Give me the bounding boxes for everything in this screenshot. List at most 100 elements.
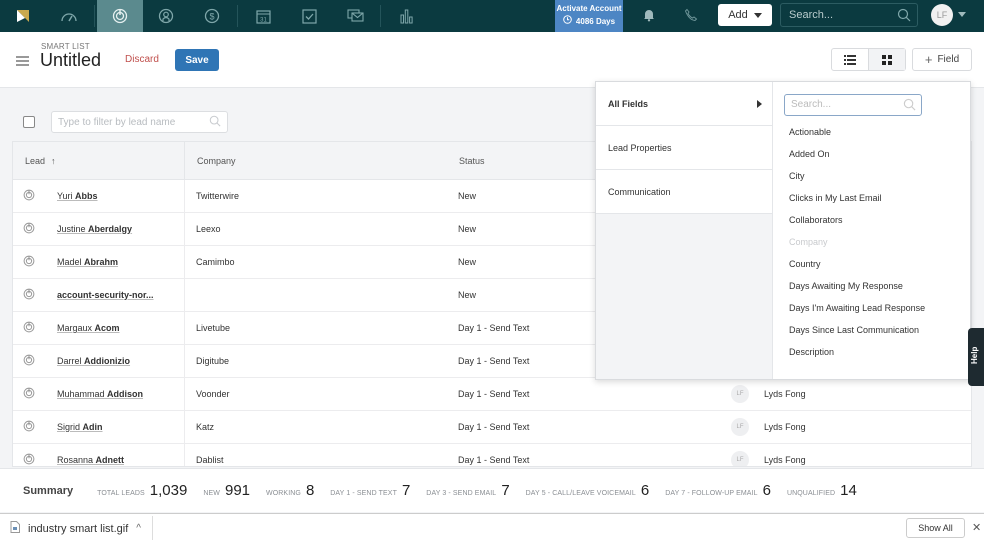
menu-icon[interactable] <box>16 56 29 68</box>
column-header-company[interactable]: Company <box>185 142 447 179</box>
summary-stat[interactable]: UNQUALIFIED 14 <box>787 482 857 499</box>
bell-icon[interactable] <box>642 8 656 27</box>
plus-icon: + <box>924 52 933 67</box>
help-tab[interactable]: Help <box>968 328 984 386</box>
company-cell: Leexo <box>196 224 221 234</box>
user-avatar[interactable]: LF <box>931 4 953 26</box>
field-option[interactable]: Days Awaiting My Response <box>773 275 970 297</box>
lead-name-link[interactable]: account-security-nor... <box>57 290 154 300</box>
logo[interactable] <box>0 0 46 32</box>
owner-avatar: LF <box>731 418 749 436</box>
lead-name-link[interactable]: Madel Abrahm <box>57 257 118 267</box>
page-title[interactable]: Untitled <box>40 50 101 71</box>
category-all-fields[interactable]: All Fields <box>596 82 772 126</box>
leads-icon[interactable] <box>97 0 143 32</box>
status-cell: Day 1 - Send Text <box>458 422 530 432</box>
add-field-label: Field <box>937 54 960 65</box>
global-search-input[interactable]: Search... <box>780 3 918 27</box>
summary-stat[interactable]: NEW 991 <box>203 482 250 499</box>
summary-stat[interactable]: TOTAL LEADS 1,039 <box>97 482 187 499</box>
chevron-up-icon[interactable]: ^ <box>136 523 141 534</box>
calendar-icon[interactable]: 31 <box>240 0 286 32</box>
lead-name-link[interactable]: Darrel Addionizio <box>57 356 130 366</box>
list-view-button[interactable] <box>832 49 868 70</box>
deals-icon[interactable]: $ <box>189 0 235 32</box>
field-option[interactable]: City <box>773 165 970 187</box>
company-cell: Katz <box>196 422 215 432</box>
tasks-icon[interactable] <box>286 0 332 32</box>
summary-stat[interactable]: DAY 5 - CALL/LEAVE VOICEMAIL 6 <box>526 482 650 499</box>
add-field-button[interactable]: + Field <box>912 48 972 71</box>
field-option[interactable]: Collaborators <box>773 209 970 231</box>
grid-view-icon <box>882 54 892 65</box>
owner-name: Lyds Fong <box>764 455 806 465</box>
summary-stat[interactable]: DAY 7 - FOLLOW-UP EMAIL 6 <box>665 482 771 499</box>
caret-down-icon <box>753 12 762 18</box>
table-row[interactable]: Muhammad Addison Voonder Day 1 - Send Te… <box>13 378 971 411</box>
dashboard-icon[interactable] <box>46 0 92 32</box>
summary-bar: Summary TOTAL LEADS 1,039 NEW 991 WORKING 8 DA… <box>0 468 984 512</box>
lead-name-link[interactable]: Yuri Abbs <box>57 191 98 201</box>
category-lead-properties[interactable]: Lead Properties <box>596 126 772 170</box>
file-icon <box>10 521 20 536</box>
field-option[interactable]: Days Since Last Communication <box>773 319 970 341</box>
lead-name-link[interactable]: Justine Aberdalgy <box>57 224 132 234</box>
summary-stat[interactable]: DAY 1 - SEND TEXT 7 <box>330 482 410 499</box>
lead-name-link[interactable]: Margaux Acom <box>57 323 120 333</box>
save-button[interactable]: Save <box>175 49 219 71</box>
company-cell: Livetube <box>196 323 231 333</box>
activate-account-button[interactable]: Activate Account 4086 Days <box>555 0 623 32</box>
stat-label: UNQUALIFIED <box>786 490 836 497</box>
activate-title: Activate Account <box>556 4 622 13</box>
lead-name-link[interactable]: Rosanna Adnett <box>57 455 124 465</box>
lead-name-link[interactable]: Sigrid Adin <box>57 422 103 432</box>
table-row[interactable]: Sigrid Adin Katz Day 1 - Send Text LF Lyd… <box>13 411 971 444</box>
field-option[interactable]: Country <box>773 253 970 275</box>
show-all-button[interactable]: Show All <box>906 518 965 538</box>
user-menu-caret-icon[interactable] <box>958 12 966 17</box>
field-option[interactable]: Added On <box>773 143 970 165</box>
lead-status-icon <box>23 288 35 302</box>
summary-stat[interactable]: WORKING 8 <box>266 482 314 499</box>
clock-icon <box>563 15 572 28</box>
contacts-icon[interactable] <box>143 0 189 32</box>
phone-icon[interactable] <box>684 8 698 27</box>
reports-icon[interactable] <box>383 0 429 32</box>
field-option[interactable]: Description <box>773 341 970 363</box>
column-header-lead[interactable]: Lead ↑ <box>13 142 185 179</box>
company-cell: Camimbo <box>196 257 235 267</box>
company-cell: Dablist <box>196 455 224 465</box>
add-button[interactable]: Add <box>718 4 772 26</box>
table-row[interactable]: Rosanna Adnett Dablist Day 1 - Send Text… <box>13 444 971 466</box>
stat-label: TOTAL LEADS <box>97 490 145 497</box>
summary-stat[interactable]: DAY 3 - SEND EMAIL 7 <box>426 482 509 499</box>
grid-view-button[interactable] <box>868 49 905 70</box>
download-item[interactable]: industry smart list.gif ^ <box>10 521 141 536</box>
lead-cell: Sigrid Adin <box>13 411 185 443</box>
field-option[interactable]: Days I'm Awaiting Lead Response <box>773 297 970 319</box>
download-bar: industry smart list.gif ^ Show All ✕ <box>0 513 984 541</box>
caret-right-icon <box>757 100 762 108</box>
company-cell: Voonder <box>196 389 230 399</box>
stat-label: DAY 5 - CALL/LEAVE VOICEMAIL <box>525 490 636 497</box>
owner-cell: LF Lyds Fong <box>709 451 971 466</box>
lead-status-icon <box>23 222 35 236</box>
owner-avatar: LF <box>731 451 749 466</box>
stat-label: DAY 1 - SEND TEXT <box>330 490 397 497</box>
discard-button[interactable]: Discard <box>125 54 159 65</box>
field-search-input[interactable]: Search... <box>784 94 922 116</box>
lead-cell: Darrel Addionizio <box>13 345 185 377</box>
lead-status-icon <box>23 189 35 203</box>
lead-name-link[interactable]: Muhammad Addison <box>57 389 143 399</box>
search-icon <box>897 8 911 25</box>
lead-cell: Yuri Abbs <box>13 180 185 212</box>
field-option[interactable]: Clicks in My Last Email <box>773 187 970 209</box>
lead-filter-input[interactable]: Type to filter by lead name <box>51 111 228 133</box>
messages-icon[interactable] <box>332 0 378 32</box>
close-icon[interactable]: ✕ <box>972 521 981 534</box>
owner-avatar: LF <box>731 385 749 403</box>
select-all-checkbox[interactable] <box>23 116 35 128</box>
category-communication[interactable]: Communication <box>596 170 772 214</box>
field-option[interactable]: Actionable <box>773 121 970 143</box>
add-label: Add <box>728 9 748 21</box>
